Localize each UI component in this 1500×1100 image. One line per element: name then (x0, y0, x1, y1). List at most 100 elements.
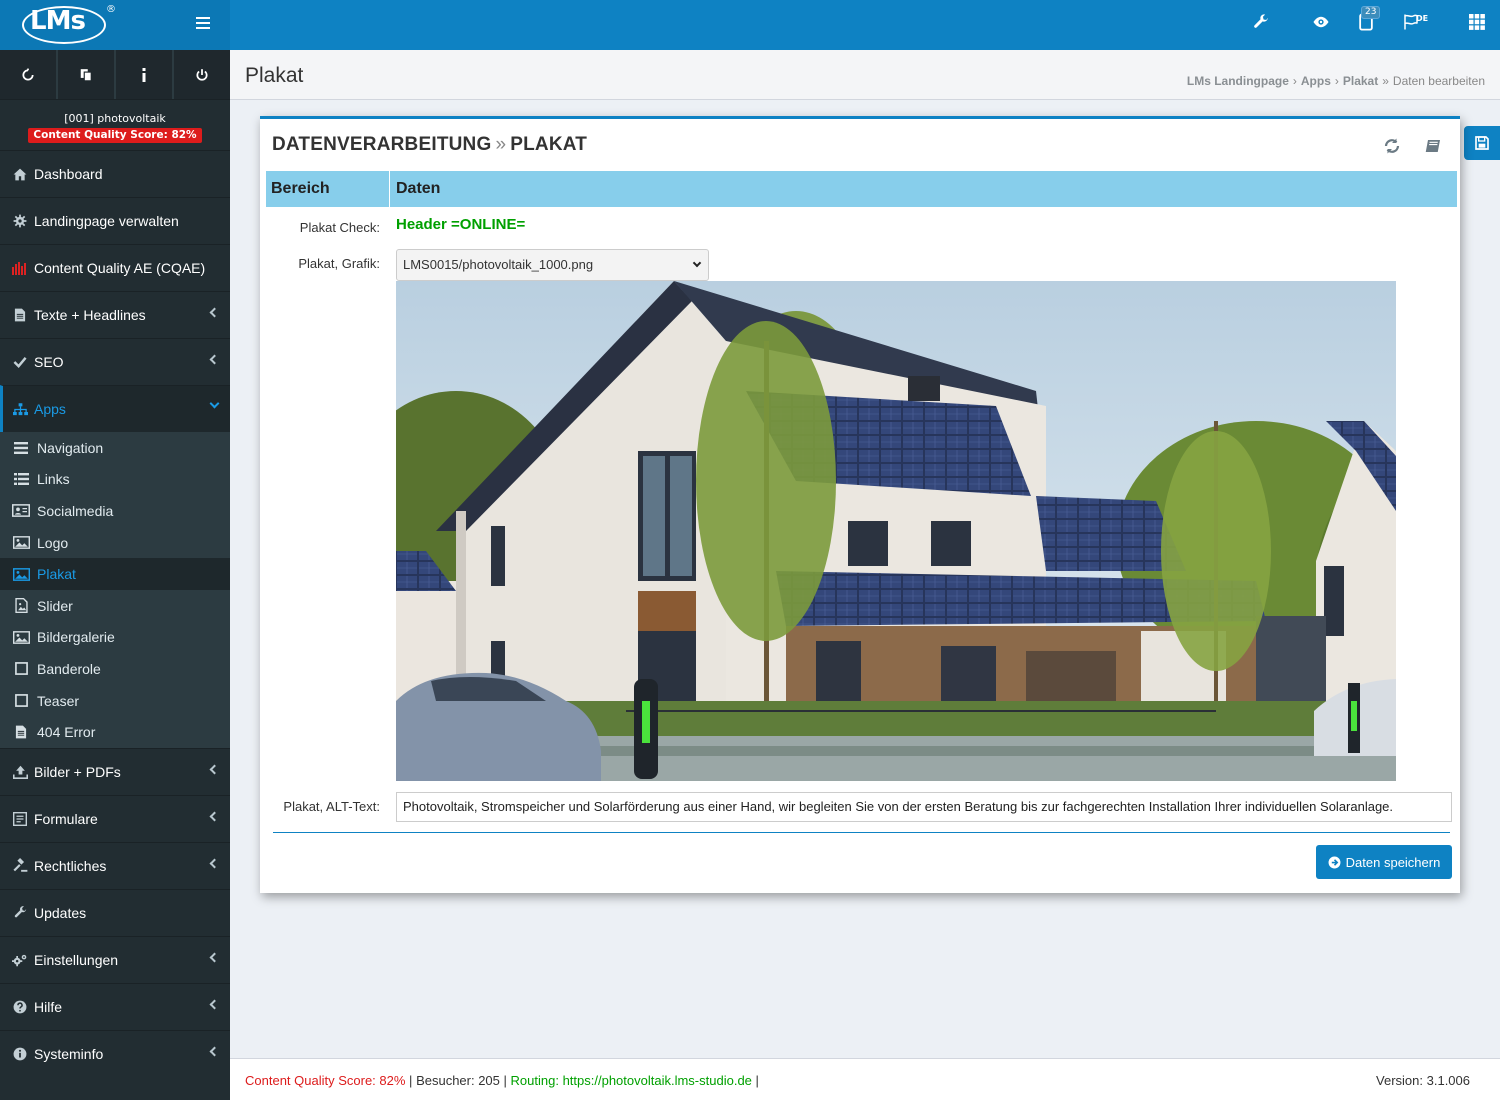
sidebar-item-label: Einstellungen (34, 951, 119, 968)
image-icon (12, 630, 30, 644)
page-title: Plakat (245, 64, 304, 87)
menu-toggle-icon[interactable] (196, 17, 210, 33)
chevron-icon (209, 999, 220, 1010)
copy-icon[interactable] (58, 50, 116, 99)
submenu-item-slider[interactable]: Slider (0, 590, 230, 622)
footer-routing[interactable]: Routing: https://photovoltaik.lms-studio… (511, 1073, 752, 1088)
floating-save-button[interactable] (1464, 126, 1500, 160)
document-icon (12, 725, 30, 739)
submenu-item-label: Socialmedia (37, 502, 114, 519)
breadcrumb-link-plakat[interactable]: Plakat (1343, 74, 1378, 88)
arrow-circle-right-icon (1328, 856, 1341, 868)
breadcrumb-current: Daten bearbeiten (1392, 74, 1485, 88)
list-icon (12, 472, 30, 486)
alt-text-input[interactable]: Photovoltaik, Stromspeicher und Solarför… (396, 792, 1452, 822)
sidebar-item-apps[interactable]: Apps (0, 385, 230, 432)
eye-icon[interactable] (1310, 13, 1332, 37)
wrench-icon[interactable] (1250, 13, 1272, 37)
sidebar-item-texte-headlines[interactable]: Texte + Headlines (0, 291, 230, 338)
book-icon[interactable] (1424, 136, 1444, 156)
breadcrumb-link-landingpage[interactable]: LMs Landingpage (1187, 74, 1289, 88)
submenu-item-404-error[interactable]: 404 Error (0, 716, 230, 748)
sidebar-item-dashboard[interactable]: Dashboard (0, 150, 230, 197)
sidebar-item-label: Content Quality AE (CQAE) (34, 260, 206, 276)
power-icon[interactable] (174, 50, 230, 99)
submenu-item-navigation[interactable]: Navigation (0, 432, 230, 464)
project-info: [001] photovoltaik Content Quality Score… (0, 100, 230, 150)
sidebar-item-label: Dashboard (34, 166, 103, 182)
sidebar-item-bilder-pdfs[interactable]: Bilder + PDFs (0, 747, 230, 795)
square-icon (12, 694, 30, 708)
submenu-item-socialmedia[interactable]: Socialmedia (0, 495, 230, 527)
chevron-icon (209, 1046, 220, 1057)
footer-version: Version: 3.1.006 (1376, 1073, 1470, 1088)
upload-icon (12, 764, 28, 780)
chevron-icon (209, 952, 220, 963)
notification-badge: 23 (1361, 6, 1381, 19)
form-icon (12, 811, 28, 827)
sidebar-item-label: SEO (34, 354, 64, 370)
reload-icon[interactable] (1382, 136, 1402, 156)
apps-submenu: Navigation Links Socialmedia Logo Plakat Slid… (0, 432, 230, 748)
footer-sep: | (755, 1073, 759, 1088)
gears-icon (12, 952, 28, 968)
check-status: Header =ONLINE= (396, 216, 526, 233)
refresh-icon[interactable] (0, 50, 58, 99)
logo[interactable]: LMs ® (0, 0, 230, 50)
save-button[interactable]: Daten speichern (1316, 845, 1452, 879)
square-icon (12, 662, 30, 676)
breadcrumb-link-apps[interactable]: Apps (1301, 74, 1331, 88)
id-card-icon (12, 504, 30, 518)
footer: Content Quality Score: 82% | Besucher: 2… (230, 1058, 1500, 1100)
logo-registered-mark: ® (106, 4, 116, 15)
home-icon (12, 166, 28, 182)
top-navbar: LMs ® 23 DE (0, 0, 1500, 50)
grafik-select[interactable]: LMS0015/photovoltaik_1000.png (396, 249, 709, 281)
bars-icon (12, 441, 30, 455)
breadcrumb: LMs Landingpage › Apps › Plakat» Daten bearbe… (1187, 74, 1485, 88)
tablet-icon[interactable]: 23 (1355, 6, 1381, 37)
sitemap-icon (12, 401, 28, 417)
grafik-select-value: LMS0015/photovoltaik_1000.png (403, 257, 594, 272)
file-image-icon (12, 598, 30, 614)
sidebar-item-systeminfo[interactable]: Systeminfo (0, 1029, 230, 1077)
sidebar-item-rechtliches[interactable]: Rechtliches (0, 841, 230, 889)
check-label: Plakat Check: (299, 220, 380, 235)
flag-icon[interactable]: DE (1400, 13, 1428, 37)
sidebar-item-formulare[interactable]: Formulare (0, 794, 230, 842)
sidebar-item-seo[interactable]: SEO (0, 338, 230, 385)
chevron-icon (209, 858, 220, 869)
grid-icon[interactable] (1466, 13, 1488, 37)
submenu-item-bildergalerie[interactable]: Bildergalerie (0, 622, 230, 654)
sidebar-item-updates[interactable]: Updates (0, 888, 230, 936)
submenu-item-teaser[interactable]: Teaser (0, 685, 230, 717)
sidebar-item-label: Bilder + PDFs (34, 763, 121, 780)
footer-sep: | (409, 1073, 413, 1088)
sidebar-item-content-quality-ae-cqae[interactable]: Content Quality AE (CQAE) (0, 244, 230, 291)
chevron-icon (209, 398, 220, 409)
submenu-item-plakat[interactable]: Plakat (0, 558, 230, 590)
submenu-item-logo[interactable]: Logo (0, 527, 230, 559)
info-circle-icon (12, 1046, 28, 1062)
submenu-item-banderole[interactable]: Banderole (0, 653, 230, 685)
column-header-bereich: Bereich (266, 171, 390, 207)
question-icon (12, 999, 28, 1015)
sidebar: [001] photovoltaik Content Quality Score… (0, 50, 230, 1100)
column-header-daten: Daten (396, 180, 441, 197)
sidebar-item-label: Formulare (34, 810, 98, 827)
check-icon (12, 354, 28, 370)
submenu-item-links[interactable]: Links (0, 464, 230, 496)
footer-quality: Content Quality Score: 82% (245, 1073, 406, 1088)
chevron-icon (209, 354, 220, 365)
box-title-section: DATENVERARBEITUNG (272, 134, 492, 155)
sidebar-item-landingpage-verwalten[interactable]: Landingpage verwalten (0, 197, 230, 244)
document-icon (12, 307, 28, 323)
chevron-icon (209, 307, 220, 318)
grafik-label: Plakat, Grafik: (298, 256, 380, 271)
sidebar-item-hilfe[interactable]: Hilfe (0, 982, 230, 1030)
sidebar-item-einstellungen[interactable]: Einstellungen (0, 935, 230, 983)
sidebar-item-label: Updates (34, 904, 87, 921)
chevron-icon (209, 764, 220, 775)
submenu-item-label: Navigation (37, 439, 104, 456)
info-icon[interactable] (116, 50, 174, 99)
